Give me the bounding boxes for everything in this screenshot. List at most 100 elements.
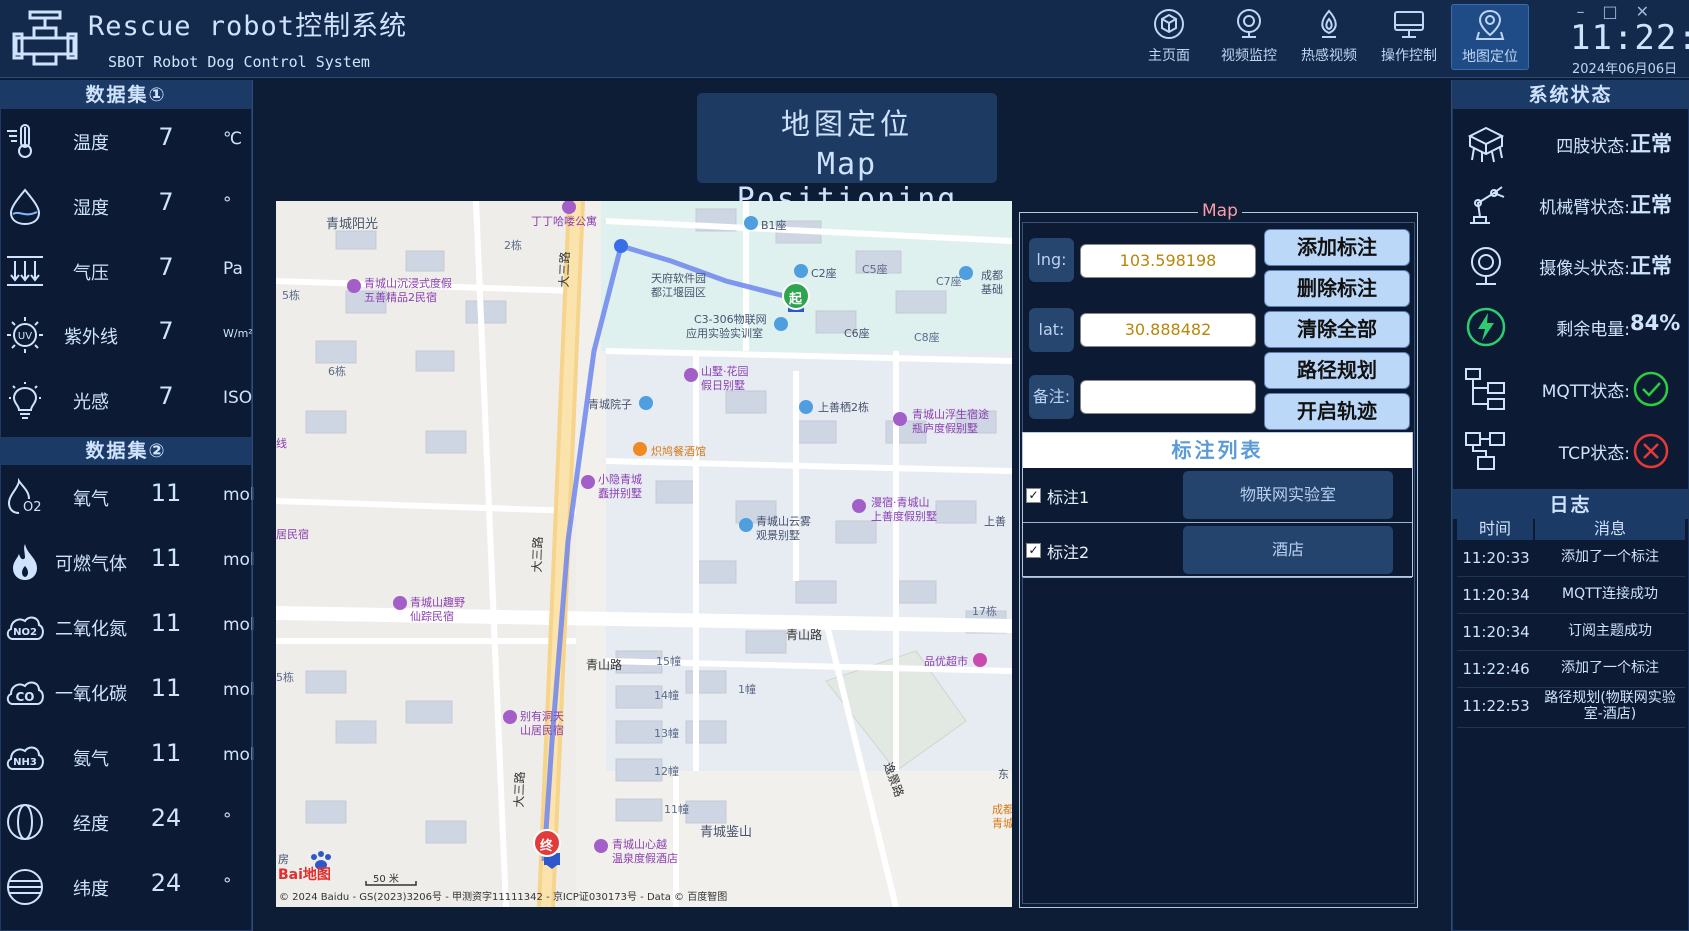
map-label: 1幢 [738,683,756,696]
delete-marker-button[interactable]: 删除标注 [1264,270,1410,307]
map-label: C8座 [914,331,940,344]
log-msg: 订阅主题成功 [1568,623,1652,639]
map-label: 2栋 [504,239,522,252]
map-label: 温泉度假酒店 [612,852,678,865]
dataset2-title: 数据集② [1,437,251,465]
map-label: 假日别墅 [701,379,745,392]
map-label: 青城阳光 [326,217,379,232]
latitude-icon [7,869,43,905]
map-label: 青城 [992,817,1012,830]
status-label: 剩余电量: [1556,320,1630,340]
log-table: 时间 消息 11:20:33 添加了一个标注 11:20:34 MQTT连接成功 1… [1457,518,1685,728]
svg-text:NH3: NH3 [13,757,37,768]
battery-bolt-icon [1466,307,1506,347]
log-row: 11:20:33 添加了一个标注 [1457,540,1685,577]
map-label: C7座 [936,275,962,288]
sensor-label: 二氧化氮 [55,619,127,640]
map-label: 青山路 [586,658,623,672]
marker-place-button[interactable]: 酒店 [1183,526,1393,574]
map-label: 5栋 [282,289,300,302]
map-label: C2座 [811,267,837,280]
map-label: 大三路 [529,536,546,573]
map-label: 东 [998,768,1009,781]
log-row: 11:20:34 MQTT连接成功 [1457,577,1685,614]
status-row-arm: 机械臂状态: 正常 [1456,175,1686,235]
marker-list-title: 标注列表 [1023,433,1412,468]
sensor-label: 纬度 [73,879,109,900]
add-marker-button[interactable]: 添加标注 [1264,229,1410,266]
map-label: 5栋 [276,671,294,684]
map-pin-icon [1475,9,1505,40]
x-circle-icon [1633,433,1669,469]
map-label: 都江堰园区 [651,286,706,299]
status-value: 正常 [1630,254,1672,278]
note-input[interactable] [1080,380,1256,414]
nav-control[interactable]: 操作控制 [1370,4,1448,70]
nav-home-label: 主页面 [1148,48,1190,64]
map-label: 山居民宿 [520,724,564,737]
log-msg: MQTT连接成功 [1562,586,1658,602]
check-circle-icon [1633,371,1669,407]
pressure-icon [7,256,43,286]
map-label: C6座 [844,327,870,340]
map-label: 上善度假别墅 [871,510,937,523]
marker-place-button[interactable]: 物联网实验室 [1183,471,1393,519]
log-msg: 路径规划(物联网实验室-酒店) [1544,690,1676,722]
divider-left [252,80,253,931]
nav-map[interactable]: 地图定位 [1451,4,1529,70]
route-plan-button[interactable]: 路径规划 [1264,352,1410,389]
clear-all-button[interactable]: 清除全部 [1264,311,1410,348]
system-status-title: 系统状态 [1453,81,1688,109]
lat-input[interactable]: 30.888482 [1080,313,1256,347]
start-track-button[interactable]: 开启轨迹 [1264,393,1410,430]
start-marker[interactable]: 起 [789,288,802,307]
nav-video[interactable]: 视频监控 [1210,4,1288,70]
sensor-value: 7 [158,188,174,216]
map-label: 炽鸠餐酒馆 [651,445,706,458]
sensor-row-no2: NO2 二氧化氮 11 mol [1,597,255,657]
webcam-icon [1237,9,1261,38]
lng-input[interactable]: 103.598198 [1080,244,1256,278]
status-value: 84% [1630,311,1681,335]
sensor-row-light: 光感 7 ISO [1,370,253,430]
nav-home[interactable]: 主页面 [1130,4,1208,70]
log-time: 11:22:46 [1462,660,1530,678]
baidu-map-view[interactable]: 起 终 青城阳光 丁丁哈喽公寓 B1座 C2座 C5座 C7座 成都 基础 天府… [276,201,1012,907]
sensor-value: 24 [150,869,182,897]
sensor-label: 温度 [73,133,109,154]
log-msg: 添加了一个标注 [1561,549,1659,565]
sensor-value: 11 [150,609,182,637]
map-title-card: 地图定位 Map Positioning [697,93,997,217]
nav-thermal[interactable]: 热感视频 [1290,4,1368,70]
nav-thermal-label: 热感视频 [1301,48,1357,64]
co-icon: CO [6,681,44,705]
longitude-icon [7,804,43,840]
map-label: 基础 [981,283,1003,296]
dataset1-title: 数据集① [1,81,251,109]
log-row: 11:22:53 路径规划(物联网实验室-酒店) [1457,688,1685,728]
map-label: 上善栖2栋 [818,401,869,414]
status-label: 四肢状态: [1556,137,1630,157]
log-header: 时间 消息 [1457,518,1685,540]
sensor-unit: mol [223,745,255,765]
sensor-row-uv: UV 紫外线 7 W/m² [1,305,253,365]
end-marker[interactable]: 终 [540,835,553,854]
status-label: 机械臂状态: [1539,198,1630,218]
lightbulb-icon [9,382,41,419]
map-label: 上善 [984,515,1006,528]
marker-checkbox[interactable]: ✓ [1026,543,1041,558]
marker-checkbox[interactable]: ✓ [1026,488,1041,503]
sensor-value: 24 [150,804,182,832]
log-msg: 添加了一个标注 [1561,660,1659,676]
dataset1-list: 温度 7 ℃ 湿度 7 ° 气压 7 Pa UV 紫外线 7 W/m² 光感 7… [1,109,253,436]
sensor-label: 一氧化碳 [55,684,127,705]
clock-time: 11:22:55 [1570,18,1689,58]
nav-map-label: 地图定位 [1462,49,1518,65]
log-time: 11:20:33 [1462,549,1530,567]
status-row-mqtt: MQTT状态: [1456,359,1686,419]
map-label: 17栋 [972,605,997,618]
map-canvas [276,201,1012,907]
svg-text:UV: UV [18,331,32,342]
sensor-unit: ISO [223,388,253,408]
sensor-value: 7 [158,253,174,281]
